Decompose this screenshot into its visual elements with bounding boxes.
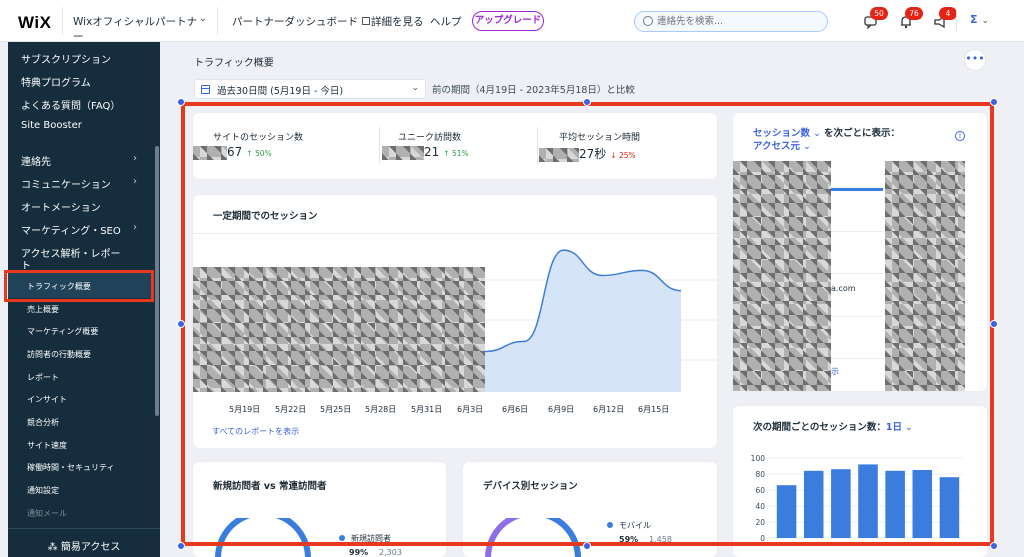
sidebar-subitem-uptime[interactable]: 稼働時間・セキュリティ (27, 462, 115, 473)
help-link[interactable]: ヘルプ (430, 14, 462, 29)
partner-dashboard-link[interactable]: パートナーダッシュボード (232, 14, 370, 29)
search-box[interactable] (634, 11, 828, 32)
sidebar-subitem-competitors[interactable]: 競合分析 (27, 417, 59, 428)
resize-handle[interactable] (177, 320, 185, 328)
resize-handle[interactable] (177, 542, 185, 550)
search-input[interactable] (657, 14, 822, 29)
compare-period-text: 前の期間（4月19日 - 2023年5月18日）と比較 (432, 85, 635, 96)
date-range-label: 過去30日間 (5月19日 - 今日) (217, 86, 344, 97)
resize-handle[interactable] (990, 542, 998, 550)
sidebar-subitem-notify-email[interactable]: 通知メール (27, 508, 67, 519)
sidebar-subitem-behavior[interactable]: 訪問者の行動概要 (27, 349, 91, 360)
legend-percent: 99% (349, 548, 369, 557)
sidebar-item-site-booster[interactable]: Site Booster (21, 120, 82, 131)
sidebar-subitem-insights[interactable]: インサイト (27, 394, 67, 405)
messages-badge: 50 (870, 7, 888, 20)
sidebar-subitem-marketing[interactable]: マーケティング概要 (27, 326, 98, 337)
sidebar-item-subscription[interactable]: サブスクリプション (21, 51, 111, 66)
divider (956, 11, 957, 31)
upgrade-button[interactable]: アップグレード (472, 11, 544, 31)
search-icon (643, 16, 653, 26)
date-range-selector[interactable]: 過去30日間 (5月19日 - 今日) ⌄ (194, 79, 426, 99)
quick-access-button[interactable]: ⁂ 簡易アクセス (8, 528, 160, 557)
chevron-down-icon: ⌄ (198, 13, 207, 24)
external-link-icon (362, 17, 370, 25)
sidebar-item-faq[interactable]: よくある質問（FAQ） (21, 97, 120, 112)
chevron-down-icon: ⌄ (411, 83, 419, 93)
sidebar-subitem-sales[interactable]: 売上概要 (27, 304, 59, 315)
resize-handle[interactable] (990, 320, 998, 328)
resize-handle[interactable] (583, 98, 591, 106)
sidebar-item-analytics[interactable]: アクセス解析・レポー (21, 245, 121, 260)
notifications-button[interactable]: 76 (899, 7, 923, 29)
user-menu[interactable]: Σ ⌄ (970, 13, 989, 26)
sidebar-item-benefits[interactable]: 特典プログラム (21, 74, 91, 89)
grid-icon: ⁂ (47, 542, 61, 553)
sidebar-subitem-notify-settings[interactable]: 通知設定 (27, 485, 59, 496)
resize-handle[interactable] (177, 98, 185, 106)
site-selector[interactable]: Wixオフィシャルパートナー ⌄ (62, 7, 218, 43)
sidebar-item-marketing[interactable]: マーケティング・SEO › (21, 222, 137, 237)
chevron-right-icon: › (133, 176, 137, 187)
site-selector-label: Wixオフィシャルパートナー (73, 16, 198, 43)
sidebar-subitem-reports[interactable]: レポート (27, 372, 59, 383)
sidebar-item-contacts[interactable]: 連絡先 › (21, 153, 137, 168)
sidebar-item-communication[interactable]: コミュニケーション › (21, 176, 137, 191)
top-bar: WiX Wixオフィシャルパートナー ⌄ パートナーダッシュボード 詳細を見る … (0, 0, 1024, 43)
sidebar-item-automation[interactable]: オートメーション (21, 199, 101, 214)
wix-logo[interactable]: WiX (18, 13, 51, 33)
sidebar-scrollbar[interactable] (155, 146, 159, 416)
resize-handle[interactable] (583, 542, 591, 550)
page-title: トラフィック概要 (194, 58, 274, 69)
annotation-highlight-main (181, 102, 994, 546)
inbox-button[interactable]: 4 (933, 7, 957, 29)
notifications-badge: 76 (905, 7, 923, 20)
chevron-right-icon: › (133, 222, 137, 233)
sidebar-subitem-speed[interactable]: サイト速度 (27, 440, 67, 451)
resize-handle[interactable] (990, 98, 998, 106)
learn-more-link[interactable]: 詳細を見る (371, 14, 424, 29)
messages-button[interactable]: 50 (864, 7, 888, 30)
inbox-badge: 4 (939, 7, 957, 20)
annotation-highlight-sidebar (4, 270, 154, 302)
more-actions-button[interactable]: ••• (964, 49, 986, 71)
chevron-right-icon: › (133, 153, 137, 164)
chevron-down-icon: ⌄ (981, 16, 990, 26)
legend-count: 2,303 (379, 548, 402, 557)
calendar-icon (201, 85, 210, 94)
avatar: Σ (970, 13, 978, 26)
